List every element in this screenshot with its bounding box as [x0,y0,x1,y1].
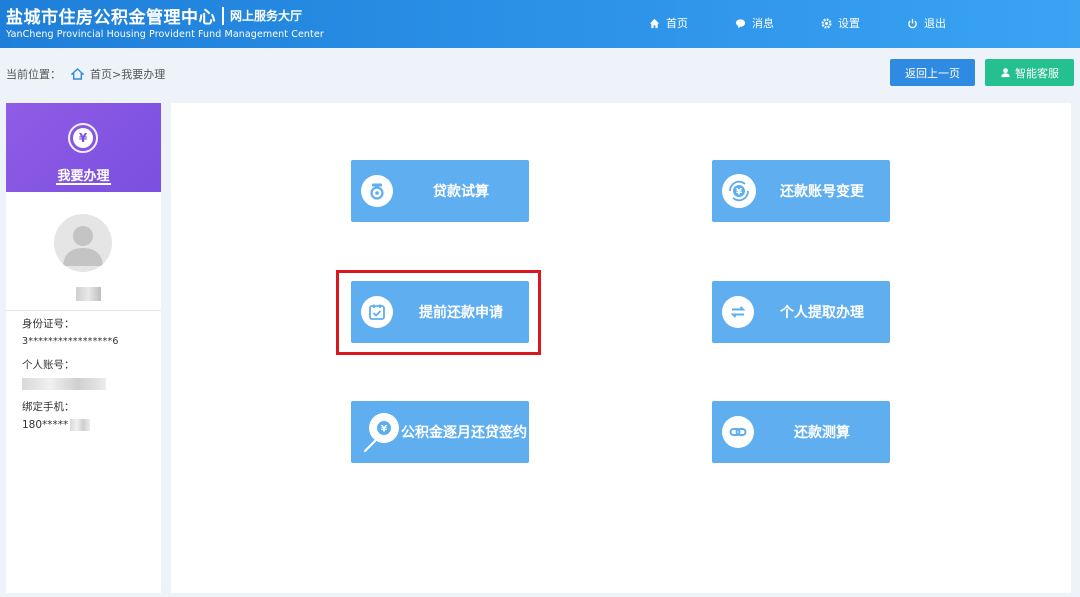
home-icon [648,17,660,29]
tile-loan-calculation[interactable]: 贷款试算 [351,160,529,222]
tile-label: 还款测算 [794,425,850,441]
tile-label: 公积金逐月还贷签约 [401,425,527,441]
calculator-coin-icon [361,175,393,207]
svg-text:¥: ¥ [736,188,743,198]
nav-messages-label: 消息 [752,17,774,30]
user-avatar-icon [63,226,103,266]
nav-logout-label: 退出 [924,17,946,30]
tile-repayment-account-change[interactable]: ¥ 还款账号变更 [712,160,890,222]
yen-coin-icon: ¥ [68,123,98,153]
phone-value: 180***** [22,419,69,431]
breadcrumb-home[interactable]: 首页 [90,66,112,82]
phone-label: 绑定手机： [22,401,75,413]
breadcrumb: 当前位置： 首页 >我要办理 [6,66,165,82]
nav-settings[interactable]: 设置 [820,15,860,31]
magnifier-handle [363,439,377,453]
main-panel [171,103,1071,593]
tile-repayment-estimate[interactable]: 还款测算 [712,401,890,463]
home-icon [71,68,84,80]
phone-value-blurred [70,419,90,431]
org-name: 盐城市住房公积金管理中心 [6,8,216,28]
sidebar-title: 我要办理 [57,169,110,184]
smart-service-label: 智能客服 [1015,66,1059,80]
avatar [54,214,112,272]
breadcrumb-current: >我要办理 [112,68,166,81]
tile-label: 贷款试算 [433,184,489,200]
tile-monthly-repayment-signing[interactable]: ¥ 公积金逐月还贷签约 [351,401,529,463]
gear-icon [820,17,832,29]
back-button[interactable]: 返回上一页 [890,59,975,86]
highlight-box [336,270,541,355]
svg-text:¥: ¥ [381,425,388,435]
nav-logout[interactable]: 退出 [906,15,946,31]
account-value-blurred [22,378,106,390]
sidebar-title-underline [56,183,111,185]
org-name-english: YanCheng Provincial Housing Provident Fu… [6,29,324,40]
service-hall-title: 网上服务大厅 [230,9,303,23]
user-name-blurred [76,287,101,301]
nav-home-label: 首页 [666,17,688,30]
link-icon [722,416,754,448]
tile-personal-withdrawal[interactable]: 个人提取办理 [712,281,890,343]
brand-divider [222,6,224,25]
nav-settings-label: 设置 [838,17,860,30]
user-sidebar: ¥ 我要办理 身份证号： 3*****************6 个人账号： 绑… [6,103,161,593]
smart-service-button[interactable]: 智能客服 [985,59,1074,86]
tile-label: 还款账号变更 [780,184,864,200]
top-nav: 首页 消息 设置 退出 [648,15,946,31]
yen-refresh-icon: ¥ [722,174,756,208]
message-icon [734,17,746,29]
power-icon [906,17,918,29]
customer-service-icon [1001,68,1010,78]
nav-messages[interactable]: 消息 [734,15,774,31]
top-header: 盐城市住房公积金管理中心 网上服务大厅 YanCheng Provincial … [0,0,1080,48]
id-number-value: 3*****************6 [22,336,119,347]
sidebar-divider [6,310,161,311]
account-label: 个人账号： [22,359,75,371]
brand: 盐城市住房公积金管理中心 网上服务大厅 YanCheng Provincial … [6,3,324,40]
tile-label: 个人提取办理 [780,305,864,321]
id-number-label: 身份证号： [22,318,75,330]
transfer-arrows-icon [722,296,754,328]
breadcrumb-prefix: 当前位置： [6,68,61,81]
sidebar-item-handle-business[interactable]: ¥ 我要办理 [6,103,161,192]
nav-home[interactable]: 首页 [648,15,688,31]
